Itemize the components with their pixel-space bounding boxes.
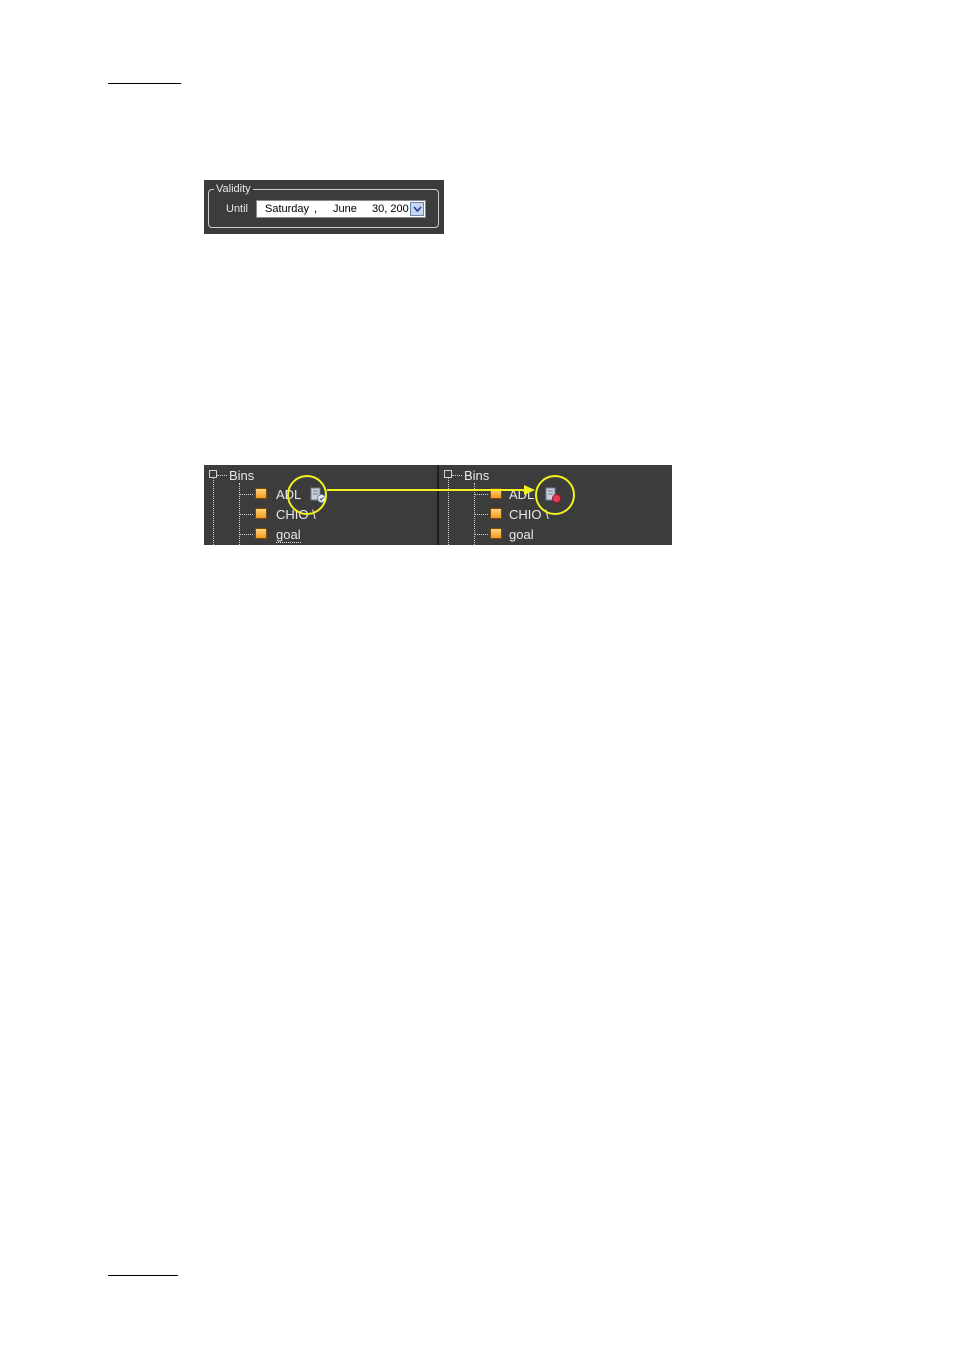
date-month: June — [333, 203, 357, 215]
chevron-down-icon — [412, 206, 422, 212]
validity-date-picker[interactable]: Saturday , June 30, 200 — [256, 200, 426, 218]
date-weekday: Saturday — [265, 203, 310, 215]
validity-panel: Validity Until Saturday , June 30, 200 — [204, 180, 444, 234]
transition-arrow-icon — [327, 485, 535, 495]
date-day-year: 30, 200 — [372, 203, 409, 215]
bins-tree-comparison: Bins ADL CHIO \ goal Bins ADL CHIO \ goa… — [204, 465, 672, 545]
date-separator: , — [314, 203, 318, 215]
header-rule — [108, 83, 181, 84]
date-dropdown-button[interactable] — [410, 202, 424, 216]
footer-rule — [108, 1275, 178, 1276]
until-label: Until — [226, 203, 249, 215]
validity-group-label: Validity — [214, 183, 253, 195]
